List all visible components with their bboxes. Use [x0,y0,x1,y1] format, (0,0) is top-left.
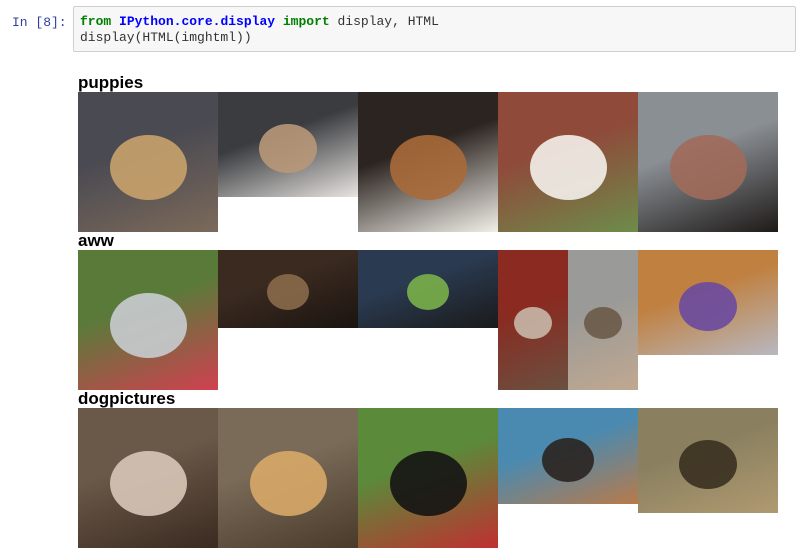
photo-subject [406,273,450,311]
photo-subject [389,135,467,201]
import-names: display, HTML [329,14,439,29]
section-title-aww: aww [78,231,114,250]
notebook-cell: In [8]: from IPython.core.display import… [0,0,798,552]
photo-subject [259,124,317,174]
image-thumbnail[interactable] [358,250,498,328]
section-title-puppies: puppies [78,73,144,92]
image-thumbnail[interactable] [218,408,358,548]
input-prompt: In [8]: [12,15,67,30]
photo-subject [389,451,467,517]
photo-subject [529,135,607,201]
photo-subject [541,437,595,483]
image-thumbnail[interactable] [358,92,498,232]
image-thumbnail[interactable] [358,408,498,548]
output-area: puppies aww dogpictures [78,70,798,552]
code-line-2: display(HTML(imghtml)) [80,30,252,45]
photo-subject [679,282,737,332]
photo-subject [583,306,623,340]
image-thumbnail[interactable] [638,250,778,355]
keyword-from: from [80,14,112,29]
module-name: IPython.core.display [119,14,276,29]
image-thumbnail[interactable] [218,92,358,197]
section-title-dogpictures: dogpictures [78,389,176,408]
code-input[interactable]: from IPython.core.display import display… [73,6,796,52]
photo-subject [669,135,747,201]
photo-subject [109,135,187,201]
photo-subject [109,451,187,517]
keyword-import: import [282,14,330,29]
image-thumbnail[interactable] [78,250,218,390]
photo-subject [513,306,553,340]
photo-subject [266,273,310,311]
photo-subject [249,451,327,517]
image-thumbnail[interactable] [498,408,638,504]
image-thumbnail[interactable] [498,92,638,232]
photo-subject [109,293,187,359]
image-thumbnail[interactable] [78,408,218,548]
image-thumbnail[interactable] [638,92,778,232]
image-thumbnail[interactable] [78,92,218,232]
photo-subject [679,440,737,490]
image-thumbnail[interactable] [498,250,568,390]
image-thumbnail[interactable] [568,250,638,390]
image-thumbnail[interactable] [218,250,358,328]
image-thumbnail[interactable] [638,408,778,513]
